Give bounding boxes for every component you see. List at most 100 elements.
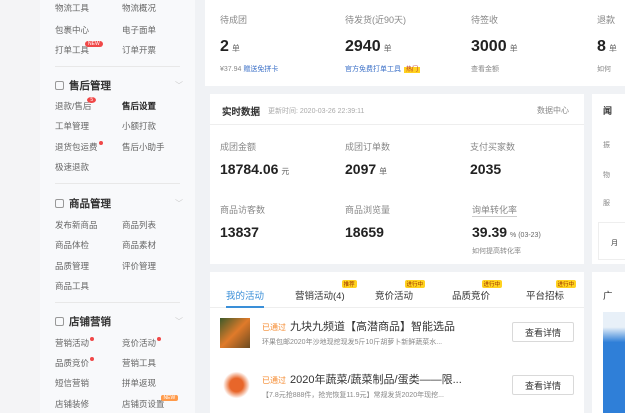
tab-marketing[interactable]: 营销活动(4) 推荐 — [295, 280, 357, 302]
right-panel-item: 物 — [603, 172, 610, 179]
view-details-button[interactable]: 查看详情 — [512, 322, 574, 342]
sidebar-item[interactable]: 物流工具 — [55, 2, 89, 14]
stat-value[interactable]: 3000 单 — [471, 38, 518, 56]
label: 打单工具 — [55, 45, 90, 55]
sidebar-item[interactable]: 短信营销 — [55, 377, 89, 389]
metric-value: 18659 — [345, 224, 384, 240]
activity-title[interactable]: 已通过 九块九频道【高潜商品】智能选品 — [262, 318, 455, 334]
section-marketing[interactable]: 店铺营销 — [55, 314, 111, 329]
tab-tag: 进行中 — [555, 280, 577, 288]
sidebar-item[interactable]: 包裹中心 — [55, 24, 89, 36]
sidebar-item[interactable]: 店铺装修 — [55, 398, 89, 410]
chevron-down-icon[interactable]: ﹀ — [175, 198, 183, 209]
metric-label[interactable]: 询单转化率 — [472, 203, 518, 217]
stat-label: 待签收 — [471, 15, 499, 25]
unit: 单 — [231, 44, 240, 53]
activity-desc: 【7.8元抢888件，抢完恢复11.9元】常规发货2020年现挖... — [262, 392, 444, 399]
sidebar-item[interactable]: 商品列表 — [122, 219, 156, 231]
sidebar-item[interactable]: 商品体检 — [55, 239, 89, 251]
activity-title[interactable]: 已通过 2020年蔬菜/蔬菜制品/蛋类——限... — [262, 371, 462, 387]
sidebar-item[interactable]: 商品工具 — [55, 280, 89, 292]
metric-label: 商品浏览量 — [345, 205, 391, 215]
sidebar-item[interactable]: 小额打款 — [122, 120, 156, 132]
label: 品质竞价 — [55, 358, 90, 368]
view-details-button[interactable]: 查看详情 — [512, 375, 574, 395]
sidebar-item[interactable]: 营销活动 — [55, 337, 95, 349]
stat-sub: 官方免费打单工具 热门 — [345, 64, 421, 74]
value: 2035 — [470, 161, 502, 177]
sidebar-item[interactable]: 发布新商品 — [55, 219, 98, 231]
sidebar-item[interactable]: 店铺页设置NEW — [122, 395, 179, 410]
value: 18659 — [345, 224, 384, 240]
view-amount-link[interactable]: 查看金额 — [471, 64, 499, 74]
divider — [210, 124, 584, 125]
label: 店铺页设置 — [122, 399, 165, 409]
right-panel-item: 服 — [603, 200, 610, 207]
product-thumbnail[interactable] — [220, 318, 250, 348]
sidebar-item[interactable]: 品质管理 — [55, 260, 89, 272]
stat-label: 待发货(近90天) — [345, 15, 407, 25]
sidebar-item[interactable]: 电子面单 — [122, 24, 156, 36]
value: 3000 — [471, 38, 507, 55]
tab-quality-bidding[interactable]: 品质竞价 进行中 — [452, 280, 503, 302]
amount: ¥37.94 — [220, 66, 242, 73]
tab-tag: 进行中 — [481, 280, 503, 288]
active-underline — [226, 306, 265, 308]
sidebar-item[interactable]: 售后小助手 — [122, 141, 165, 153]
print-tool-link[interactable]: 官方免费打单工具 — [345, 66, 401, 73]
label: 退款/售后 — [55, 101, 92, 111]
sidebar-item[interactable]: 售后设置 — [122, 100, 156, 112]
red-dot — [90, 357, 95, 361]
unit: 单 — [379, 167, 388, 176]
tab-bidding[interactable]: 竞价活动 进行中 — [375, 280, 426, 302]
label: 竞价活动 — [375, 291, 414, 302]
chevron-down-icon[interactable]: ﹀ — [175, 316, 183, 327]
metric-label: 成团订单数 — [345, 142, 391, 152]
stat-value[interactable]: 2940 单 — [345, 38, 392, 56]
section-title: 店铺营销 — [69, 316, 111, 328]
metric-value: 2097 单 — [345, 161, 387, 177]
sidebar-item[interactable]: 评价管理 — [122, 260, 156, 272]
sidebar-item[interactable]: 拼单返现 — [122, 377, 156, 389]
data-center-link[interactable]: 数据中心 — [537, 105, 569, 116]
unit: % (03-23) — [510, 232, 541, 239]
ad-banner[interactable] — [603, 312, 625, 413]
title: 九块九频道【高潜商品】智能选品 — [290, 321, 455, 333]
sidebar-item[interactable]: 打单工具NEW — [55, 41, 103, 56]
new-badge: NEW — [85, 41, 103, 47]
sidebar-item[interactable]: 竞价活动 — [122, 337, 162, 349]
metric-label: 商品访客数 — [220, 205, 266, 215]
section-aftersale[interactable]: 售后管理 — [55, 78, 111, 93]
tab-platform-bidding[interactable]: 平台招标 进行中 — [526, 280, 577, 302]
right-panel-box[interactable]: 月 — [598, 222, 625, 260]
stat-value[interactable]: 2单 — [220, 38, 240, 56]
new-badge: NEW — [160, 395, 179, 401]
section-products[interactable]: 商品管理 — [55, 196, 111, 211]
sidebar-item[interactable]: 订单开票 — [122, 44, 156, 56]
update-time: 更新时间: 2020-03-26 22:39:11 — [268, 108, 365, 115]
metric-value: 18784.06 元 — [220, 161, 289, 177]
sidebar-item[interactable]: 工单管理 — [55, 120, 89, 132]
box-icon — [55, 199, 64, 208]
tab-my-activities[interactable]: 我的活动 — [226, 288, 265, 308]
sidebar-item[interactable]: 营销工具 — [122, 357, 156, 369]
sidebar-item[interactable]: 退款/售后5 — [55, 97, 97, 112]
value: 2 — [220, 38, 229, 55]
section-title: 售后管理 — [69, 80, 111, 92]
product-thumbnail[interactable] — [220, 370, 250, 400]
stat-value[interactable]: 8单 — [597, 38, 617, 56]
unit: 元 — [281, 167, 290, 176]
sidebar-item[interactable]: 极速退款 — [55, 161, 89, 173]
improve-conversion-link[interactable]: 如何提高转化率 — [472, 246, 521, 256]
sidebar-item[interactable]: 物流概况 — [122, 2, 156, 14]
divider — [55, 66, 180, 67]
chevron-down-icon[interactable]: ﹀ — [175, 80, 183, 91]
unit: 单 — [383, 44, 392, 53]
sidebar-item[interactable]: 商品素材 — [122, 239, 156, 251]
how-link[interactable]: 如何 — [597, 64, 611, 74]
sidebar-item[interactable]: 退货包运费 — [55, 141, 103, 153]
divider — [55, 302, 180, 303]
free-card-link[interactable]: 赠送免拼卡 — [243, 66, 278, 73]
sidebar-item[interactable]: 品质竞价 — [55, 357, 95, 369]
label: 平台招标 — [526, 291, 565, 302]
